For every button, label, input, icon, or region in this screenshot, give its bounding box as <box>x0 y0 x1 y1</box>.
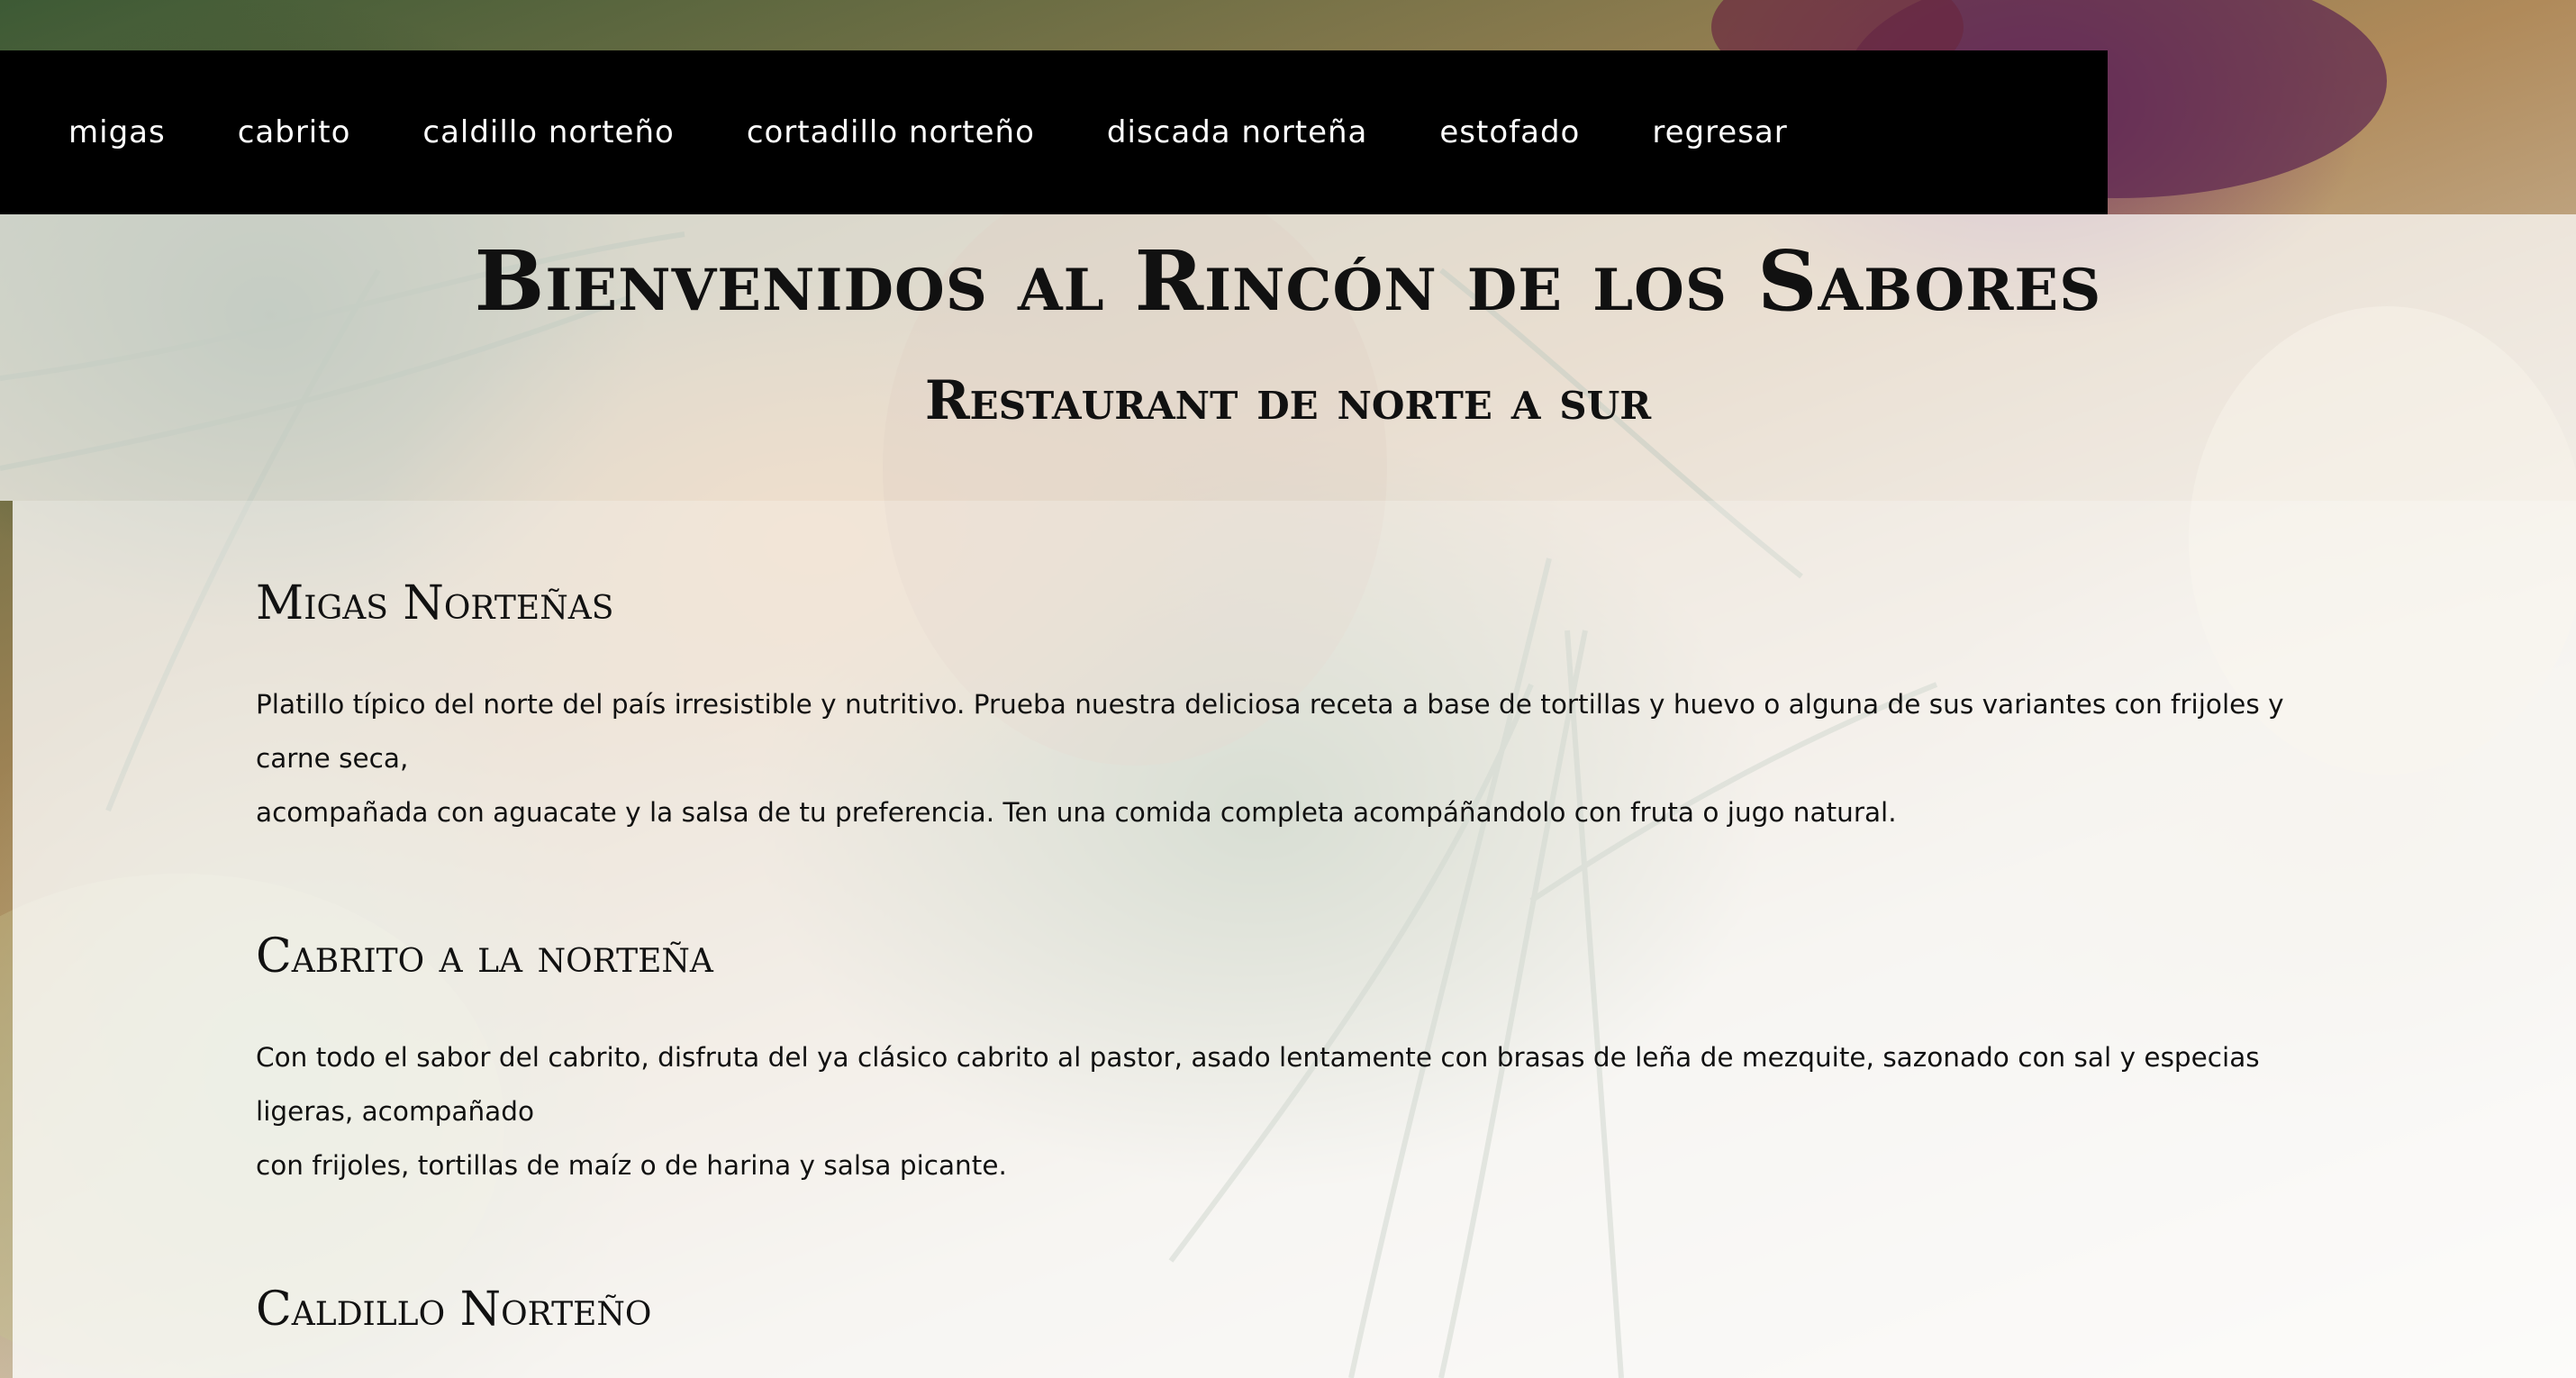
dish-description-line: acompañada con aguacate y la salsa de tu… <box>256 797 1897 828</box>
dish-description-line: Platillo típico del norte del país irres… <box>256 689 2284 774</box>
page-title: Bienvenidos al Rincón de los Sabores <box>474 232 2102 330</box>
dish-description: Platillo típico del norte del país irres… <box>256 677 2327 839</box>
page-subtitle: Restaurant de norte a sur <box>924 369 1652 432</box>
dish-title: Migas Norteñas <box>256 576 614 630</box>
nav-item-caldillo-norteno[interactable]: Caldillo Norteño <box>422 114 674 150</box>
dish-title: Cabrito a la norteña <box>256 929 713 984</box>
nav-item-migas[interactable]: Migas <box>68 114 166 150</box>
nav-item-regresar[interactable]: Regresar <box>1652 114 1787 150</box>
nav-item-cortadillo-norteno[interactable]: Cortadillo Norteño <box>747 114 1035 150</box>
dish-section-caldillo: Caldillo Norteño <box>256 1283 2327 1337</box>
dish-description-line: Con todo el sabor del cabrito, disfruta … <box>256 1042 2260 1127</box>
dish-description-line: con frijoles, tortillas de maíz o de har… <box>256 1150 1007 1181</box>
dish-section-cabrito: Cabrito a la norteña Con todo el sabor d… <box>256 929 2327 1192</box>
dish-section-migas: Migas Norteñas Platillo típico del norte… <box>256 576 2327 839</box>
dish-description: Con todo el sabor del cabrito, disfruta … <box>256 1030 2327 1192</box>
nav-item-discada-nortena[interactable]: Discada Norteña <box>1107 114 1367 150</box>
nav-item-estofado[interactable]: Estofado <box>1439 114 1580 150</box>
top-nav-bar: Migas Cabrito Caldillo Norteño Cortadill… <box>0 50 2108 214</box>
dish-title: Caldillo Norteño <box>256 1283 652 1337</box>
nav-item-cabrito[interactable]: Cabrito <box>238 114 351 150</box>
